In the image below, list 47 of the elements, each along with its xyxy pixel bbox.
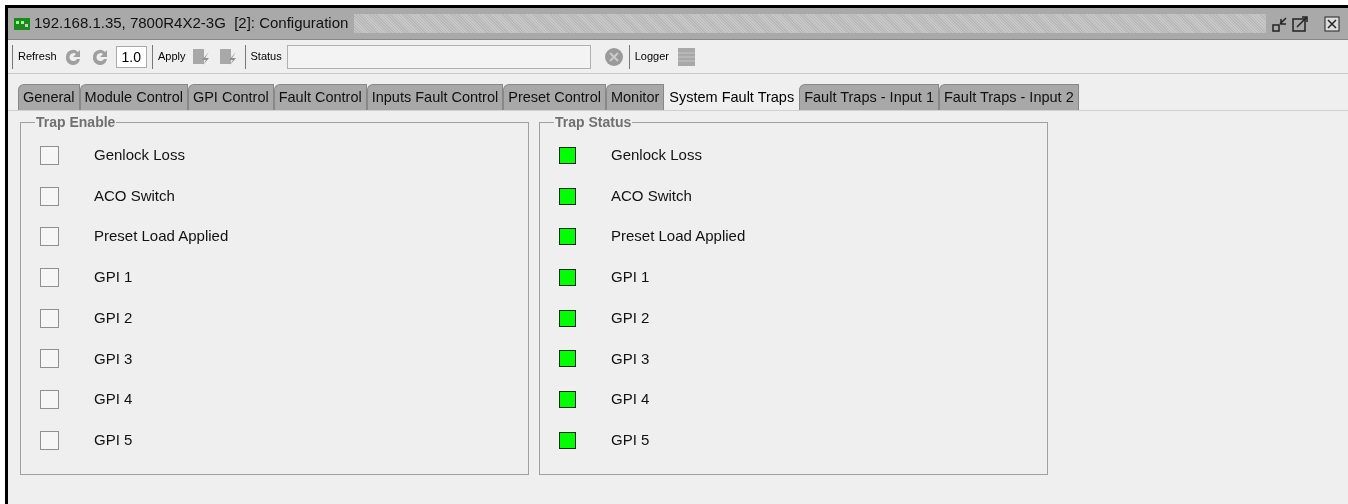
checkbox[interactable] <box>40 308 59 328</box>
refresh-interval-field[interactable]: 1.0 <box>115 45 147 68</box>
item-label: GPI 1 <box>611 267 650 288</box>
tab[interactable]: General <box>18 84 80 110</box>
checkbox[interactable] <box>40 389 59 409</box>
checkbox[interactable] <box>40 349 59 369</box>
item-label: GPI 5 <box>94 429 133 450</box>
item-label: GPI 2 <box>94 307 133 328</box>
item-label: ACO Switch <box>611 185 692 206</box>
tab[interactable]: Module Control <box>79 84 188 110</box>
logger-label: Logger <box>634 49 669 65</box>
item-label: Preset Load Applied <box>611 226 746 247</box>
item-label: GPI 4 <box>611 389 650 410</box>
apply-label: Apply <box>158 49 186 65</box>
stop-icon[interactable] <box>603 46 624 67</box>
item-label: ACO Switch <box>94 185 175 206</box>
checkbox[interactable] <box>40 145 59 165</box>
restore-icon[interactable] <box>1272 15 1288 32</box>
tab[interactable]: Fault Traps - Input 1 <box>799 84 939 110</box>
tab[interactable]: Inputs Fault Control <box>366 84 504 110</box>
close-icon[interactable] <box>1324 15 1340 32</box>
maximize-icon[interactable] <box>1292 15 1308 32</box>
status-label: Status <box>250 49 282 65</box>
checkbox[interactable] <box>40 186 59 206</box>
item-label: GPI 1 <box>94 267 133 288</box>
tab[interactable]: Monitor <box>605 84 665 110</box>
tab[interactable]: GPI Control <box>187 84 274 110</box>
checkbox[interactable] <box>40 430 59 450</box>
group-title: Trap Enable <box>35 115 117 129</box>
tab[interactable]: Fault Traps - Input 2 <box>938 84 1079 110</box>
item-label: Genlock Loss <box>94 145 185 166</box>
item-label: GPI 5 <box>611 429 650 450</box>
item-label: GPI 2 <box>611 307 650 328</box>
item-label: GPI 3 <box>94 348 133 369</box>
item-label: GPI 3 <box>611 348 650 369</box>
item-label: Preset Load Applied <box>94 226 229 247</box>
checkbox[interactable] <box>40 227 59 247</box>
tab[interactable]: Fault Control <box>273 84 367 110</box>
refresh-label: Refresh <box>18 49 57 65</box>
item-label: Genlock Loss <box>611 145 702 166</box>
item-label: GPI 4 <box>94 389 133 410</box>
log-sheet-icon[interactable] <box>678 47 695 66</box>
tab[interactable]: Preset Control <box>503 84 606 110</box>
checkbox[interactable] <box>40 267 59 287</box>
module-icon <box>14 17 30 30</box>
window-title: 192.168.1.35, 7800R4X2-3G [2]: Configuration <box>34 13 349 34</box>
group-title: Trap Status <box>554 115 633 129</box>
